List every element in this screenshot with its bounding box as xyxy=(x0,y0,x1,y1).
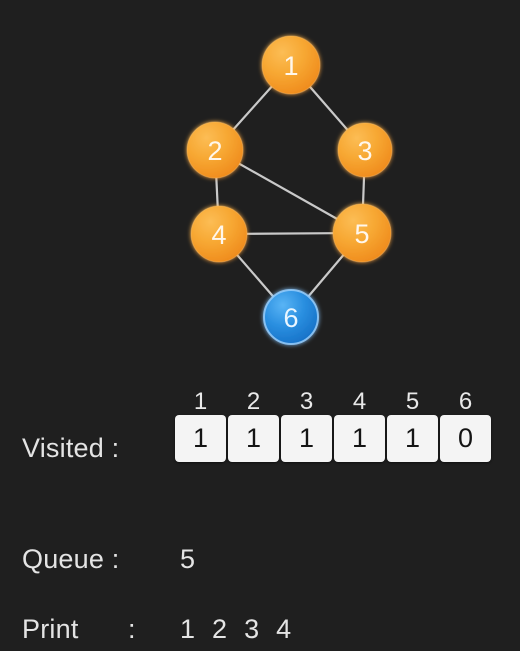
visited-column-headers: 1 2 3 4 5 6 xyxy=(175,388,491,416)
graph-edge-4-5 xyxy=(244,232,336,235)
queue-value: 5 xyxy=(180,544,196,574)
graph-edge-5-6 xyxy=(306,253,346,299)
print-row-label: Print xyxy=(22,614,79,644)
graph-edge-2-4 xyxy=(215,175,219,209)
visited-cell[interactable]: 1 xyxy=(228,415,279,462)
print-value: 1 xyxy=(180,614,196,644)
print-value: 4 xyxy=(276,614,292,644)
graph-node-label-1: 1 xyxy=(283,51,298,81)
graph-node-label-5: 5 xyxy=(354,219,369,249)
visited-column-header: 2 xyxy=(246,388,261,415)
graph-node-3[interactable]: 3 xyxy=(337,122,393,178)
visited-array: 111110 xyxy=(175,415,491,462)
graph-node-6[interactable]: 6 xyxy=(263,289,319,345)
graph-canvas: 1 2 3 4 5 6 xyxy=(186,35,393,345)
graph-edge-2-5 xyxy=(237,162,339,221)
print-sequence: 1234 xyxy=(180,614,291,645)
graph-edge-1-3 xyxy=(308,85,350,132)
visited-column-header: 3 xyxy=(299,388,314,415)
visited-row-label: Visited : xyxy=(22,433,120,463)
graph-edge-layer xyxy=(215,84,366,299)
visited-column-header: 4 xyxy=(352,388,367,415)
print-value: 3 xyxy=(244,614,260,644)
graph-node-label-4: 4 xyxy=(211,220,226,250)
graph-node-5[interactable]: 5 xyxy=(332,203,392,263)
visited-cell[interactable]: 0 xyxy=(440,415,491,462)
visited-column-header: 5 xyxy=(405,388,420,415)
graph-visualization: 1 2 3 4 5 6 xyxy=(0,0,520,370)
queue-row-label: Queue : xyxy=(22,544,120,574)
graph-node-label-6: 6 xyxy=(283,303,298,333)
graph-node-label-3: 3 xyxy=(357,136,372,166)
visited-cell[interactable]: 1 xyxy=(387,415,438,462)
print-colon: : xyxy=(128,614,136,644)
graph-edge-1-2 xyxy=(231,84,274,131)
print-value: 2 xyxy=(212,614,228,644)
graph-node-label-2: 2 xyxy=(207,136,222,166)
graph-edge-3-5 xyxy=(361,174,366,207)
visited-column-header: 1 xyxy=(193,388,208,415)
visited-column-header: 6 xyxy=(458,388,473,415)
graph-node-1[interactable]: 1 xyxy=(261,35,321,95)
visited-cell[interactable]: 1 xyxy=(175,415,226,462)
graph-edge-4-6 xyxy=(235,253,276,299)
visited-cell[interactable]: 1 xyxy=(334,415,385,462)
graph-node-4[interactable]: 4 xyxy=(190,205,248,263)
visited-cell[interactable]: 1 xyxy=(281,415,332,462)
graph-node-2[interactable]: 2 xyxy=(186,121,244,179)
